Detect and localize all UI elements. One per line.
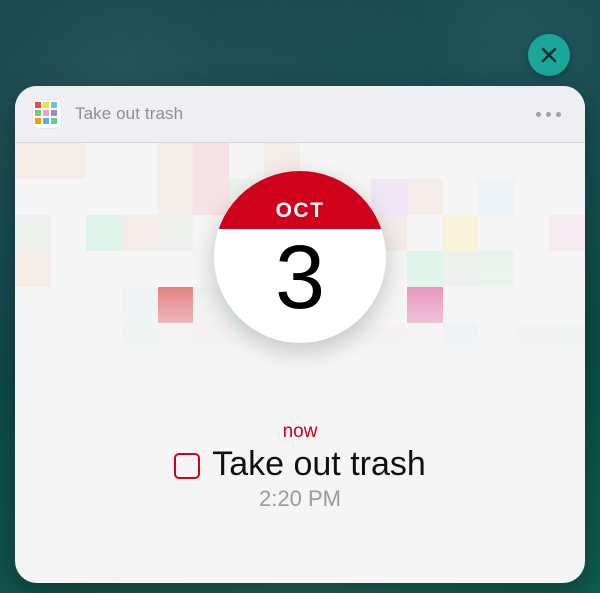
date-day: 3 (275, 233, 325, 323)
ellipsis-icon (536, 112, 541, 117)
date-circle: OCT 3 (214, 171, 386, 343)
calendar-app-icon (33, 100, 61, 128)
close-button[interactable] (528, 34, 570, 76)
relative-time-label: now (15, 421, 585, 443)
event-time: 2:20 PM (15, 486, 585, 512)
event-info: now Take out trash 2:20 PM (15, 421, 585, 512)
notification-card[interactable]: Take out trash OCT 3 now Take out trash … (15, 86, 585, 583)
date-month: OCT (276, 199, 325, 223)
close-icon (540, 46, 558, 64)
card-body: OCT 3 now Take out trash 2:20 PM (15, 143, 585, 583)
event-title: Take out trash (212, 445, 426, 484)
card-header-title: Take out trash (75, 104, 516, 124)
event-checkbox[interactable] (174, 453, 200, 479)
card-header: Take out trash (15, 86, 585, 143)
more-button[interactable] (530, 106, 567, 123)
